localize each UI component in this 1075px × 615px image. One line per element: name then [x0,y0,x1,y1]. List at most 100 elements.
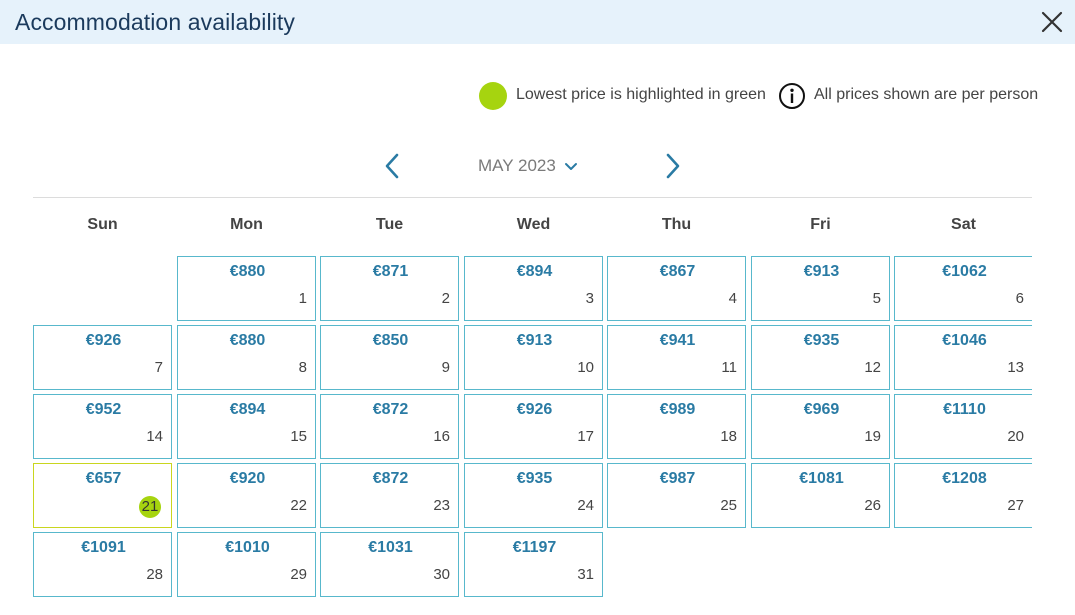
day-cell-27[interactable]: €1208 27 [894,463,1032,528]
day-cell-1[interactable]: €880 1 [177,256,316,321]
day-cell-30[interactable]: €1031 30 [320,532,459,597]
day-cell-21[interactable]: €657 21 [33,463,172,528]
day-number: 27 [1007,497,1024,514]
day-price: €657 [85,470,122,487]
day-cell-25[interactable]: €987 25 [607,463,746,528]
day-number: 11 [721,359,737,376]
day-price: €1208 [942,470,987,487]
day-price: €880 [229,332,266,349]
day-number: 4 [728,290,737,307]
day-cell-16[interactable]: €872 16 [320,394,459,459]
day-number: 14 [146,428,163,445]
day-number: 22 [290,497,307,514]
day-cell-9[interactable]: €850 9 [320,325,459,390]
day-price: €1110 [943,401,986,418]
day-number: 3 [585,290,594,307]
day-number: 6 [1015,290,1024,307]
day-cell-6[interactable]: €1062 6 [894,256,1032,321]
day-number: 19 [864,428,881,445]
day-price: €872 [372,401,409,418]
month-dropdown[interactable]: MAY 2023 [478,156,578,178]
day-cell-23[interactable]: €872 23 [320,463,459,528]
chevron-down-icon [564,157,578,177]
weekday-header-sat: Sat [951,216,976,233]
day-price: €969 [803,401,840,418]
day-cell-8[interactable]: €880 8 [177,325,316,390]
day-price: €987 [659,470,696,487]
day-number: 13 [1007,359,1024,376]
day-cell-12[interactable]: €935 12 [751,325,890,390]
day-price: €850 [372,332,409,349]
day-price: €894 [229,401,266,418]
day-price: €935 [516,470,553,487]
day-number: 24 [577,497,594,514]
day-price: €941 [659,332,696,349]
chevron-left-icon [385,153,399,179]
day-price: €952 [85,401,122,418]
day-price: €867 [659,263,696,280]
day-number: 12 [864,359,881,376]
day-cell-24[interactable]: €935 24 [464,463,603,528]
weekday-header-thu: Thu [661,216,692,233]
month-label: MAY 2023 [478,156,556,175]
day-number: 20 [1007,428,1024,445]
weekday-header-fri: Fri [810,216,831,233]
day-price: €1010 [225,539,270,556]
day-price: €926 [85,332,122,349]
lowest-price-day-number: 21 [139,496,161,518]
day-number: 31 [577,566,594,583]
day-cell-19[interactable]: €969 19 [751,394,890,459]
day-price: €872 [372,470,409,487]
day-cell-18[interactable]: €989 18 [607,394,746,459]
day-cell-22[interactable]: €920 22 [177,463,316,528]
day-number: 26 [864,497,881,514]
close-button[interactable] [1038,8,1066,36]
day-cell-4[interactable]: €867 4 [607,256,746,321]
day-price: €880 [229,263,266,280]
day-number: 15 [290,428,307,445]
day-cell-20[interactable]: €1110 20 [894,394,1032,459]
day-cell-28[interactable]: €1091 28 [33,532,172,597]
day-cell-29[interactable]: €1010 29 [177,532,316,597]
day-cell-13[interactable]: €1046 13 [894,325,1032,390]
day-price: €989 [659,401,696,418]
day-number: 23 [433,497,450,514]
weekday-header-sun: Sun [87,216,118,233]
day-cell-14[interactable]: €952 14 [33,394,172,459]
day-price: €913 [803,263,840,280]
previous-month-button[interactable] [377,150,409,182]
day-number: 9 [441,359,450,376]
day-number: 25 [720,497,737,514]
modal-title: Accommodation availability [15,9,296,35]
day-number: 18 [720,428,737,445]
day-cell-31[interactable]: €1197 31 [464,532,603,597]
day-cell-11[interactable]: €941 11 [607,325,746,390]
day-cell-2[interactable]: €871 2 [320,256,459,321]
day-cell-10[interactable]: €913 10 [464,325,603,390]
day-number: 16 [433,428,450,445]
day-cell-3[interactable]: €894 3 [464,256,603,321]
day-price: €926 [516,401,553,418]
weekday-header-tue: Tue [375,216,404,233]
info-icon [779,83,805,109]
day-price: €920 [229,470,266,487]
close-icon [1041,11,1063,33]
day-price: €1081 [799,470,844,487]
weekday-header-wed: Wed [516,216,551,233]
day-cell-26[interactable]: €1081 26 [751,463,890,528]
day-number: 1 [298,290,307,307]
day-cell-15[interactable]: €894 15 [177,394,316,459]
day-price: €1062 [942,263,987,280]
day-price: €1031 [368,539,413,556]
day-cell-5[interactable]: €913 5 [751,256,890,321]
day-cell-7[interactable]: €926 7 [33,325,172,390]
day-number: 7 [154,359,163,376]
day-number: 29 [290,566,307,583]
chevron-right-icon [666,153,680,179]
day-number: 10 [577,359,594,376]
day-price: €1091 [81,539,126,556]
legend-per-person-text: All prices shown are per person [814,86,1039,103]
green-dot-icon [479,82,507,110]
next-month-button[interactable] [656,150,688,182]
day-cell-17[interactable]: €926 17 [464,394,603,459]
